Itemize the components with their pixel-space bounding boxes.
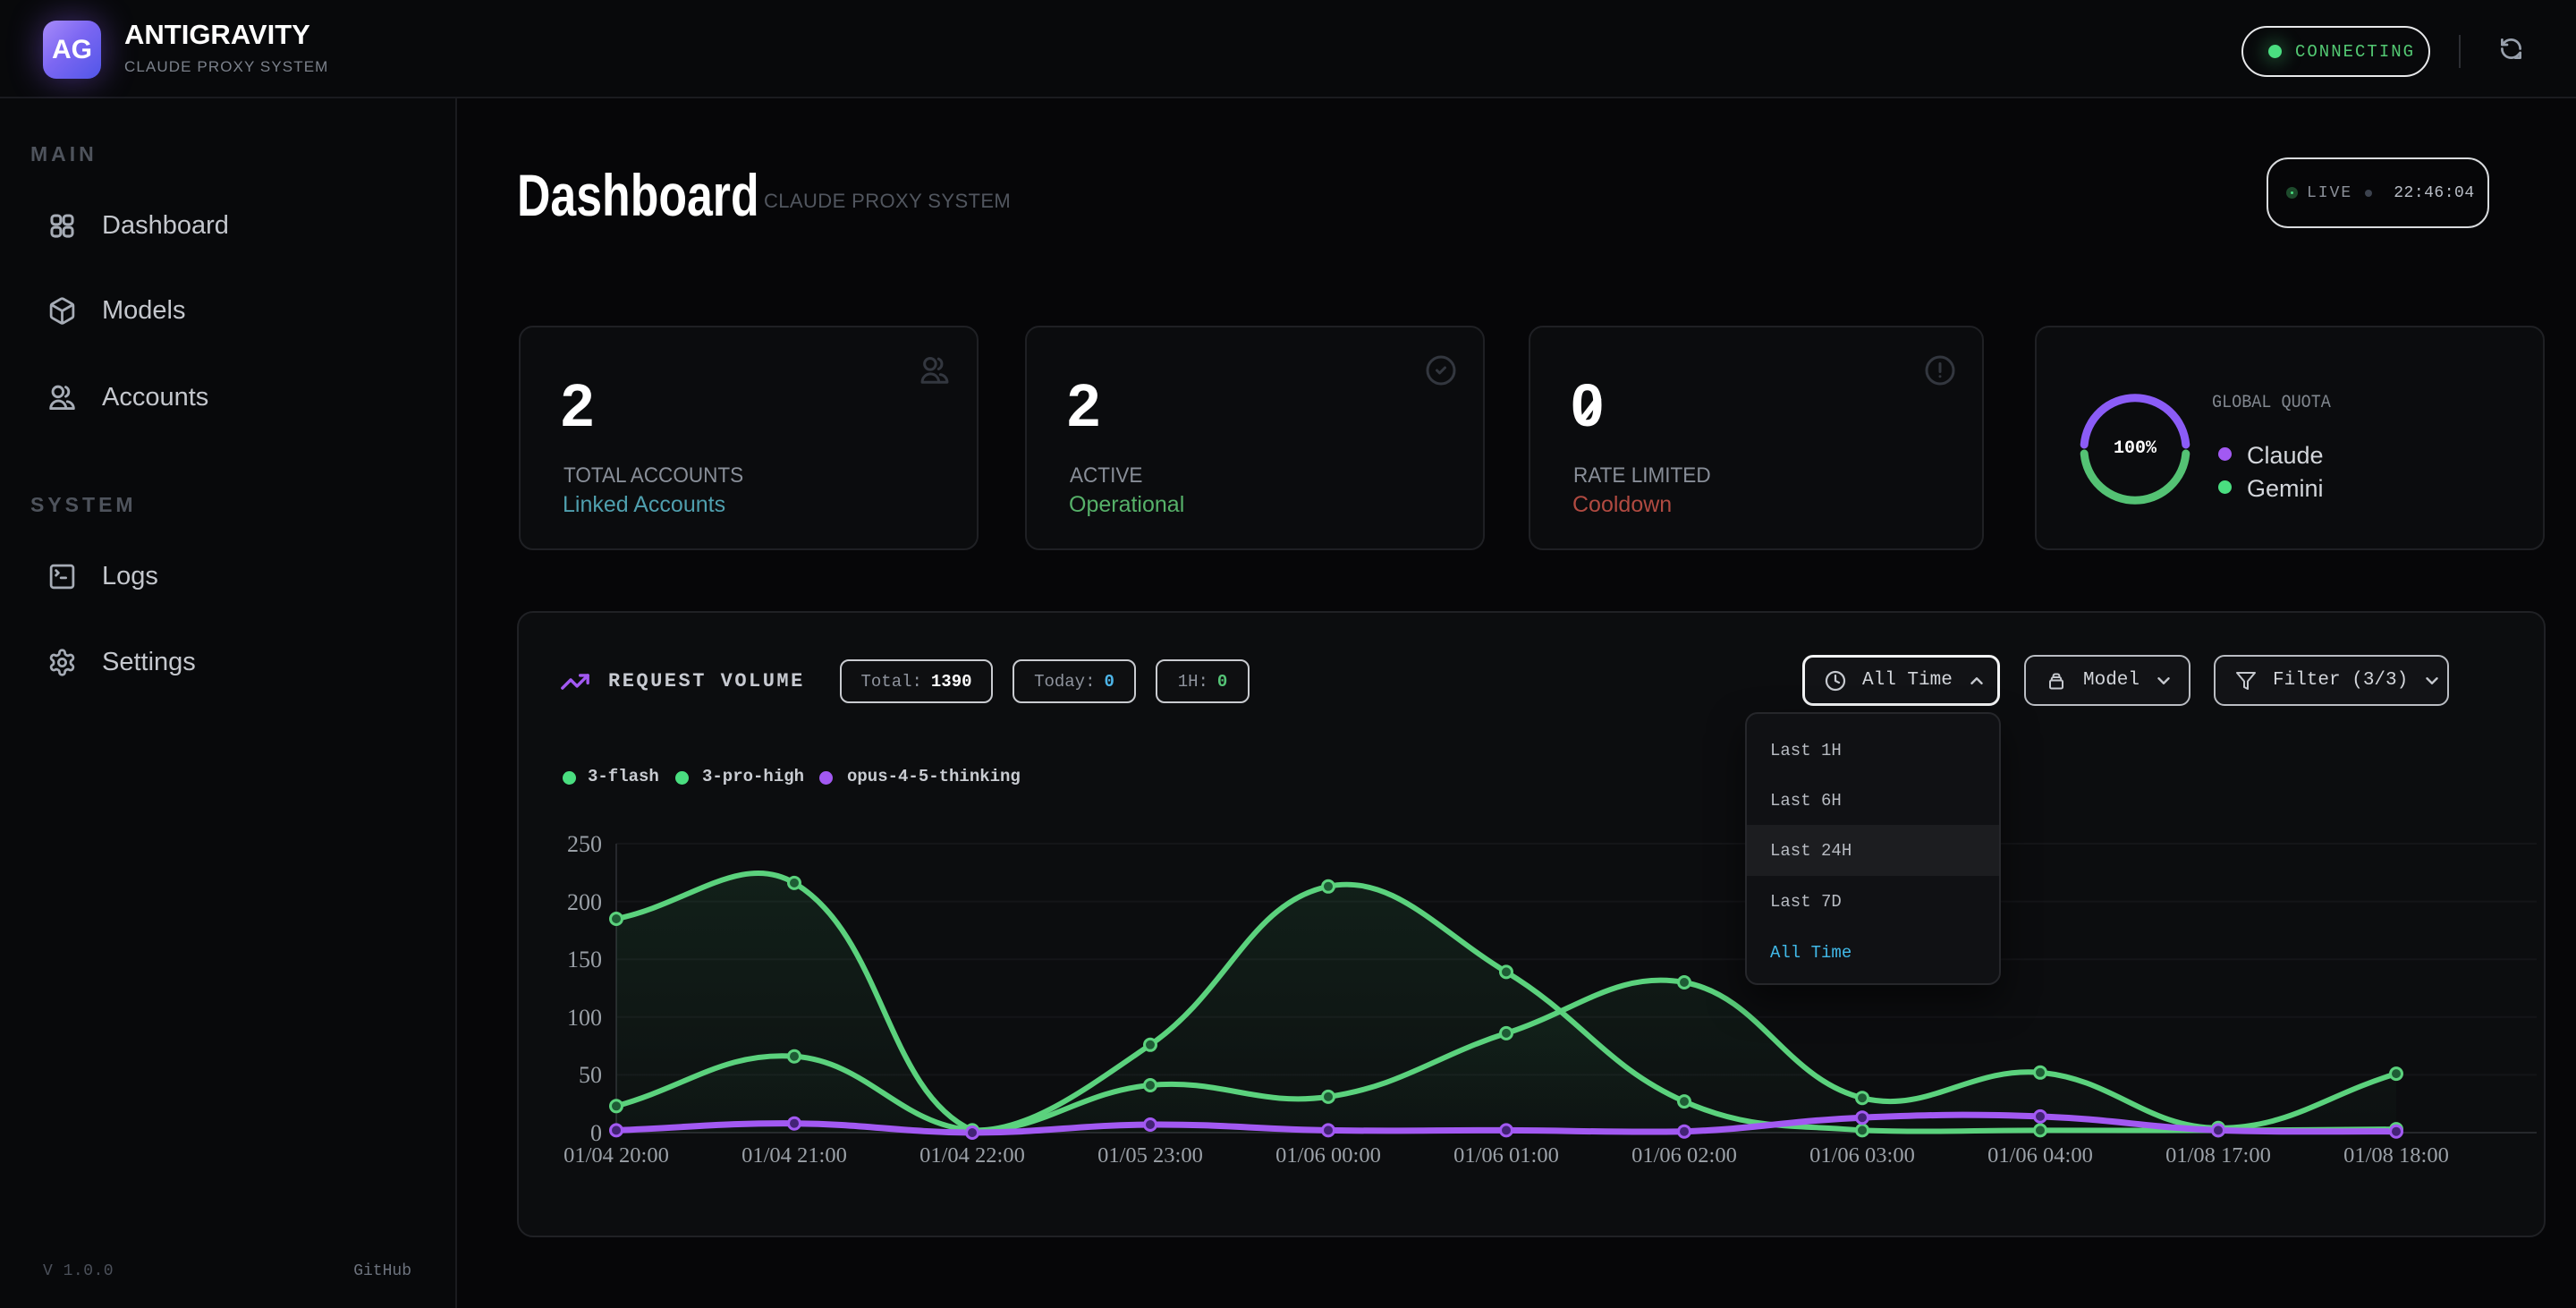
svg-text:01/06 03:00: 01/06 03:00	[1809, 1143, 1915, 1168]
svg-text:01/04 22:00: 01/04 22:00	[919, 1143, 1025, 1168]
svg-text:100: 100	[567, 1005, 602, 1031]
svg-text:50: 50	[579, 1062, 602, 1088]
svg-text:200: 200	[567, 889, 602, 915]
svg-text:01/06 04:00: 01/06 04:00	[1987, 1143, 2093, 1168]
svg-text:01/06 02:00: 01/06 02:00	[1631, 1143, 1737, 1168]
svg-text:01/06 01:00: 01/06 01:00	[1453, 1143, 1559, 1168]
svg-text:01/08 18:00: 01/08 18:00	[2343, 1143, 2449, 1168]
svg-text:01/04 21:00: 01/04 21:00	[741, 1143, 847, 1168]
svg-text:01/05 23:00: 01/05 23:00	[1097, 1143, 1203, 1168]
svg-text:0: 0	[590, 1120, 602, 1146]
svg-text:250: 250	[567, 831, 602, 857]
svg-text:150: 150	[567, 947, 602, 973]
svg-text:01/04 20:00: 01/04 20:00	[564, 1143, 669, 1168]
svg-text:01/08 17:00: 01/08 17:00	[2165, 1143, 2271, 1168]
svg-text:01/06 00:00: 01/06 00:00	[1275, 1143, 1381, 1168]
